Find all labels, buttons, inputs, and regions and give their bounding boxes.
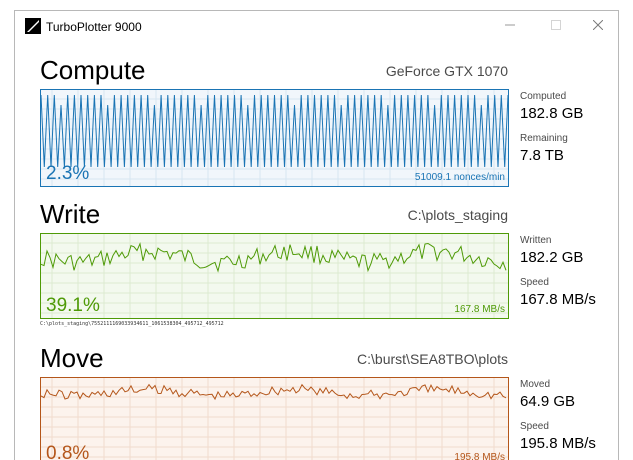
write-title: Write	[40, 199, 101, 229]
minimize-icon	[505, 17, 515, 35]
move-graph: 0.8% 195.8 MB/s	[40, 377, 509, 460]
computed-label: Computed	[520, 91, 567, 102]
move-percent: 0.8%	[46, 443, 90, 460]
compute-rate: 51009.1 nonces/min	[414, 172, 505, 183]
compute-title: Compute	[40, 55, 146, 85]
move-speed-label: Speed	[520, 421, 549, 432]
minimize-button[interactable]	[487, 11, 533, 41]
close-icon	[592, 17, 604, 35]
moved-value: 64.9 GB	[520, 393, 576, 410]
written-label: Written	[520, 235, 552, 246]
gpu-name: GeForce GTX 1070	[385, 63, 508, 79]
close-button[interactable]	[575, 11, 618, 41]
write-rate: 167.8 MB/s	[454, 304, 505, 315]
remaining-label: Remaining	[520, 133, 568, 144]
move-rate: 195.8 MB/s	[454, 452, 505, 460]
write-speed-label: Speed	[520, 277, 549, 288]
move-speed-value: 195.8 MB/s	[520, 435, 596, 452]
write-graph: 39.1% 167.8 MB/s	[40, 233, 509, 319]
app-logo-icon	[25, 18, 41, 34]
remaining-value: 7.8 TB	[520, 147, 564, 164]
write-speed-value: 167.8 MB/s	[520, 291, 596, 308]
write-percent: 39.1%	[46, 295, 100, 316]
write-file-path: C:\plots_staging\7552111169033934611_106…	[40, 321, 224, 327]
title-bar[interactable]: TurboPlotter 9000	[15, 11, 618, 41]
compute-percent: 2.3%	[46, 163, 90, 184]
move-graph-svg	[40, 377, 509, 460]
maximize-button[interactable]	[533, 11, 579, 41]
moved-label: Moved	[520, 379, 551, 390]
app-window: TurboPlotter 9000 Compute GeForce GTX 10…	[14, 10, 619, 460]
window-title: TurboPlotter 9000	[46, 20, 142, 34]
compute-graph: 2.3% 51009.1 nonces/min	[40, 89, 509, 187]
write-path: C:\plots_staging	[407, 207, 508, 223]
write-graph-svg	[40, 233, 509, 319]
maximize-icon	[551, 17, 561, 35]
move-path: C:\burst\SEA8TBO\plots	[357, 351, 508, 367]
written-value: 182.2 GB	[520, 249, 584, 266]
move-title: Move	[40, 343, 104, 373]
computed-value: 182.8 GB	[520, 105, 584, 122]
move-graph-frame	[40, 377, 509, 460]
